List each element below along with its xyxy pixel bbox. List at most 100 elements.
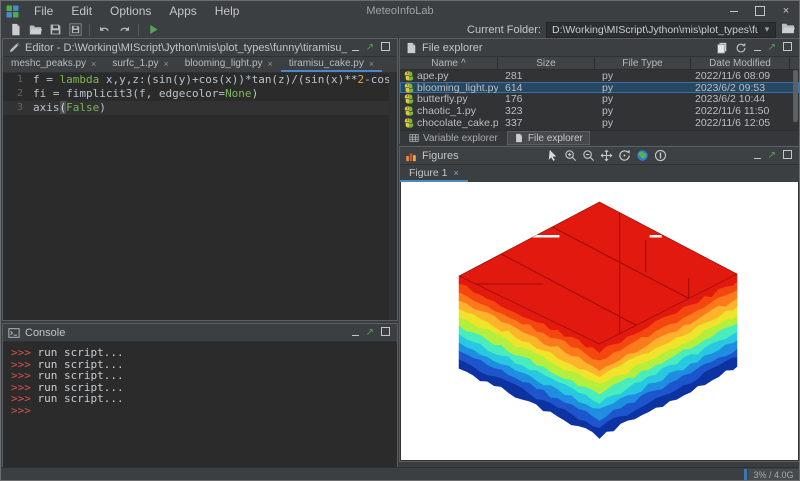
python-file-icon [404, 83, 414, 93]
column-header-size[interactable]: Size [498, 57, 595, 69]
cell-date-modified: 2023/6/2 09:53 [691, 82, 790, 94]
globe-icon[interactable] [635, 149, 649, 163]
table-row[interactable]: blooming_light.py614py2023/6/2 09:53 [400, 82, 799, 94]
window-close-icon[interactable]: × [773, 1, 799, 21]
code-line-3[interactable]: 3axis(False) [3, 101, 397, 115]
refresh-icon[interactable] [735, 42, 747, 54]
close-icon[interactable]: × [163, 59, 168, 69]
window-maximize-icon[interactable] [747, 1, 773, 21]
python-file-icon [404, 118, 414, 128]
current-folder-dropdown[interactable]: D:\Working\MIScript\Jython\mis\plot_type… [546, 22, 776, 38]
figure-tab-bar: Figure 1× [400, 165, 799, 183]
chart-icon [405, 150, 417, 162]
cell-name: chaotic_1.py [400, 105, 498, 117]
column-header-file-type[interactable]: File Type [595, 57, 691, 69]
chevron-down-icon[interactable]: ▾ [758, 24, 775, 35]
column-header-date-modified[interactable]: Date Modified [691, 57, 790, 69]
menu-help[interactable]: Help [206, 1, 249, 21]
editor-panel: Editor - D:\Working\MIScript\Jython\mis\… [2, 38, 398, 321]
table-row[interactable]: butterfly.py176py2023/6/2 10:44 [400, 93, 799, 105]
cell-file-type: py [595, 105, 691, 117]
pan-icon[interactable] [599, 149, 613, 163]
zoom-out-icon[interactable] [581, 149, 595, 163]
cell-size: 614 [498, 82, 595, 94]
toolbar-separator [138, 24, 139, 36]
code-token: ) [99, 101, 106, 114]
figures-minimize-icon[interactable] [754, 150, 761, 162]
undo-icon[interactable] [95, 22, 113, 37]
editor-tab-label: tiramisu_cake.py [289, 58, 364, 69]
edit-pencil-icon [8, 42, 20, 54]
tab-file-explorer[interactable]: File explorer [507, 131, 590, 145]
figures-maximize-icon[interactable] [783, 150, 792, 162]
column-label: Size [536, 58, 555, 69]
new-file-icon[interactable] [6, 22, 24, 37]
table-row[interactable]: chocolate_cake.py337py2022/11/6 12:05 [400, 117, 799, 129]
save-all-icon[interactable] [66, 22, 84, 37]
terminal-icon [8, 327, 20, 339]
file-name: chaotic_1.py [417, 105, 476, 117]
table-row[interactable]: chaotic_1.py323py2022/11/6 11:50 [400, 105, 799, 117]
file-explorer-minimize-icon[interactable] [754, 42, 761, 54]
browse-folder-icon[interactable] [781, 21, 795, 39]
run-icon[interactable] [144, 22, 162, 37]
console-title: Console [25, 327, 65, 339]
editor-tab-surfc_1-py[interactable]: surfc_1.py × [104, 57, 176, 72]
zoom-in-icon[interactable] [563, 149, 577, 163]
console-float-icon[interactable]: ↗ [366, 328, 374, 338]
file-table-scrollbar[interactable] [793, 70, 798, 122]
code-token: x,y,z:(sin(y)+cos(x))*tan(z)/(sin(x)** [99, 73, 357, 86]
file-page-icon [514, 133, 524, 143]
file-explorer-float-icon[interactable]: ↗ [768, 43, 776, 53]
editor-minimize-icon[interactable] [352, 42, 359, 54]
redo-icon[interactable] [115, 22, 133, 37]
figure-canvas[interactable] [401, 182, 798, 460]
copy-page-icon[interactable] [716, 42, 728, 54]
figures-float-icon[interactable]: ↗ [768, 151, 776, 161]
open-folder-icon[interactable] [26, 22, 44, 37]
rotate-icon[interactable] [617, 149, 631, 163]
console-output[interactable]: >>> run script...>>> run script...>>> ru… [3, 342, 397, 472]
code-line-1[interactable]: 1f = lambda x,y,z:(sin(y)+cos(x))*tan(z)… [3, 73, 397, 87]
figure-tab-figure-1[interactable]: Figure 1× [400, 165, 468, 182]
window-minimize-icon[interactable] [721, 1, 747, 21]
console-prompt: >>> [11, 404, 31, 417]
editor-float-icon[interactable]: ↗ [366, 43, 374, 53]
code-editor[interactable]: 1f = lambda x,y,z:(sin(y)+cos(x))*tan(z)… [3, 73, 397, 320]
title-bar: FileEditOptionsAppsHelp MeteoInfoLab × [1, 1, 799, 21]
menu-apps[interactable]: Apps [160, 1, 205, 21]
table-row[interactable]: ape.py281py2022/11/6 08:09 [400, 70, 799, 82]
editor-maximize-icon[interactable] [381, 42, 390, 54]
menu-file[interactable]: File [25, 1, 62, 21]
figure-plot-3d-cake [401, 182, 798, 460]
column-header-name[interactable]: Name^ [400, 57, 498, 69]
figures-panel: Figures ↗ Figure 1× [399, 146, 800, 462]
cell-date-modified: 2022/11/6 11:50 [691, 105, 790, 117]
editor-tab-tiramisu_cake-py[interactable]: tiramisu_cake.py × [281, 57, 382, 72]
editor-tab-blooming_light-py[interactable]: blooming_light.py× [177, 57, 281, 72]
tab-variable-explorer[interactable]: Variable explorer [402, 131, 505, 145]
close-icon[interactable]: × [454, 168, 459, 178]
console-maximize-icon[interactable] [381, 327, 390, 339]
console-line: >>> [11, 405, 397, 417]
editor-tab-label: meshc_peaks.py [11, 58, 86, 69]
memory-status[interactable]: 3% / 4.0G [748, 469, 799, 481]
cell-name: butterfly.py [400, 93, 498, 105]
console-minimize-icon[interactable] [352, 327, 359, 339]
menu-options[interactable]: Options [101, 1, 160, 21]
identify-icon[interactable] [653, 149, 667, 163]
line-number: 3 [3, 101, 23, 115]
code-line-2[interactable]: 2fi = fimplicit3(f, edgecolor=None) [3, 87, 397, 101]
close-icon[interactable]: × [268, 59, 273, 69]
save-icon[interactable] [46, 22, 64, 37]
pointer-icon[interactable] [545, 149, 559, 163]
file-explorer-maximize-icon[interactable] [783, 42, 792, 54]
close-icon[interactable]: × [369, 59, 374, 69]
menu-edit[interactable]: Edit [62, 1, 101, 21]
current-folder-group: Current Folder: D:\Working\MIScript\Jyth… [467, 21, 799, 39]
editor-scrollbar[interactable] [389, 73, 397, 320]
editor-tab-label: surfc_1.py [112, 58, 158, 69]
close-icon[interactable]: × [91, 59, 96, 69]
cell-file-type: py [595, 70, 691, 82]
editor-tab-meshc_peaks-py[interactable]: meshc_peaks.py × [3, 57, 104, 72]
